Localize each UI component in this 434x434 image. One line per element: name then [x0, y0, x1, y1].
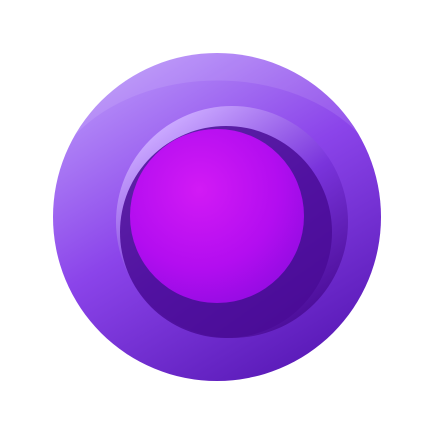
- concentric-circle-logo-icon: [53, 52, 381, 381]
- center-disc: [130, 129, 304, 303]
- app-icon-canvas: [0, 0, 434, 434]
